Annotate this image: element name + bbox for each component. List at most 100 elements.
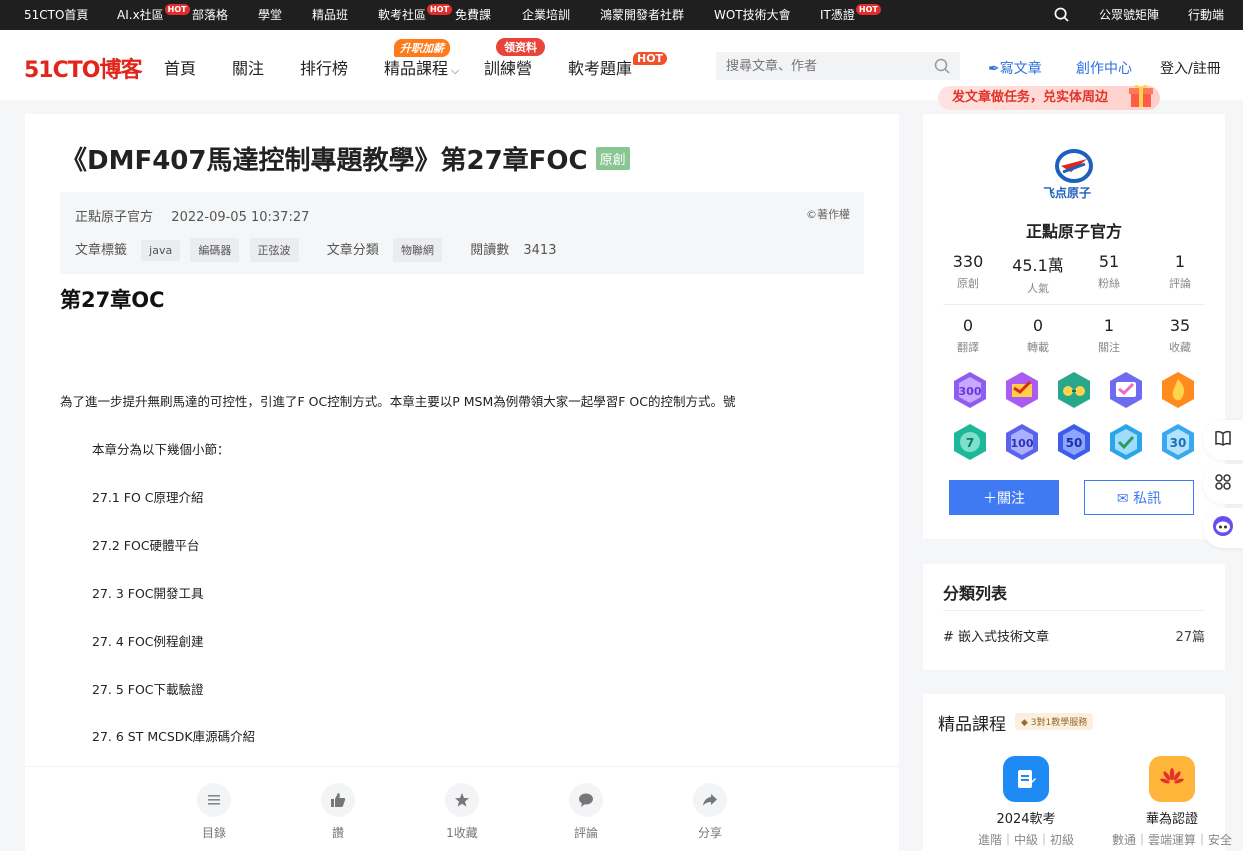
medal-30-icon[interactable]: 30 xyxy=(1158,422,1198,462)
message-button[interactable]: ✉ 私訊 xyxy=(1084,480,1194,515)
category-item[interactable]: # 嵌入式技術文章 27篇 xyxy=(943,626,1205,645)
medal-flame-icon[interactable] xyxy=(1158,370,1198,410)
nav-rank[interactable]: 排行榜 xyxy=(300,55,348,79)
promo-badge-camp: 领资料 xyxy=(496,38,545,56)
section-item: 27.1 FO C原理介紹 xyxy=(92,490,204,505)
huawei-icon xyxy=(1149,756,1195,802)
service-pill: ◆ 3對1教學服務 xyxy=(1015,713,1094,730)
top-link-wot[interactable]: WOT技術大會 xyxy=(714,0,791,30)
top-link-edu[interactable]: 學堂 xyxy=(258,0,282,30)
avatar[interactable]: 飞点原子 xyxy=(1041,142,1107,208)
svg-text:7: 7 xyxy=(966,436,974,450)
comment-button[interactable]: 評論 xyxy=(556,783,616,841)
medal-7-icon[interactable]: 7 xyxy=(950,422,990,462)
stat-comments[interactable]: 1 評論 xyxy=(1144,252,1216,291)
share-icon xyxy=(693,783,727,817)
action-bar: 目錄 讚 1收藏 評論 分享 xyxy=(25,766,899,851)
stat-original[interactable]: 330 原創 xyxy=(932,252,1004,291)
category-tag[interactable]: 物聯網 xyxy=(392,238,442,262)
search-icon[interactable] xyxy=(1054,7,1069,25)
medal-card-icon[interactable] xyxy=(1106,370,1146,410)
robot-icon xyxy=(1211,514,1235,542)
publish-date: 2022-09-05 10:37:27 xyxy=(171,210,310,225)
share-button[interactable]: 分享 xyxy=(680,783,740,841)
category-list-title: 分類列表 xyxy=(943,584,1008,603)
chapter-heading: 第27章OC xyxy=(60,288,165,312)
section-item: 27. 3 FOC開發工具 xyxy=(92,586,204,601)
tags-label: 文章標籤 xyxy=(75,243,128,258)
intro-paragraph: 為了進一步提升無刷馬達的可控性，引進了F OC控制方式。本章主要以P MSM為例… xyxy=(60,394,736,409)
top-link-class[interactable]: 精品班 xyxy=(312,0,348,30)
top-link-blog[interactable]: 部落格 xyxy=(192,0,228,30)
stat-translations[interactable]: 0 翻譯 xyxy=(932,316,1004,355)
reading-mode-button[interactable] xyxy=(1203,420,1243,460)
top-link-aix[interactable]: AI.x社區 HOT xyxy=(117,0,190,30)
apps-button[interactable] xyxy=(1203,464,1243,504)
tag-item[interactable]: 正弦波 xyxy=(249,238,299,262)
course-huawei[interactable]: 華為認證 數通｜雲端運算｜安全 xyxy=(1107,756,1237,848)
author-link[interactable]: 正點原子官方 xyxy=(75,210,153,225)
grid-icon xyxy=(1214,473,1232,495)
like-button[interactable]: 讚 xyxy=(308,783,368,841)
toc-button[interactable]: 目錄 xyxy=(184,783,244,841)
diamond-icon: ◆ xyxy=(1021,718,1031,728)
top-link-cert[interactable]: IT憑證 HOT xyxy=(820,0,881,30)
stat-following[interactable]: 1 關注 xyxy=(1073,316,1145,355)
search-icon[interactable] xyxy=(934,58,950,78)
course-card-title: 精品課程 xyxy=(938,715,1006,735)
medal-50-icon[interactable]: 50 xyxy=(1054,422,1094,462)
nav-camp[interactable]: 訓練營 xyxy=(484,55,532,79)
top-link-mobile[interactable]: 行動端 xyxy=(1188,0,1224,30)
stat-fans[interactable]: 51 粉絲 xyxy=(1073,252,1145,291)
promo-badge-course: 升职加薪 xyxy=(394,39,450,57)
medal-100-icon[interactable]: 100 xyxy=(1002,422,1042,462)
medal-300-icon[interactable]: 300 xyxy=(950,370,990,410)
author-name[interactable]: 正點原子官方 xyxy=(923,218,1225,242)
section-item: 27. 5 FOC下載驗證 xyxy=(92,682,204,697)
medal-glasses-icon[interactable] xyxy=(1054,370,1094,410)
category-list-card: 分類列表 # 嵌入式技術文章 27篇 xyxy=(923,564,1225,670)
stat-favorites[interactable]: 35 收藏 xyxy=(1144,316,1216,355)
search-input[interactable] xyxy=(716,52,916,80)
login-link[interactable]: 登入/註冊 xyxy=(1160,58,1221,78)
favorite-button[interactable]: 1收藏 xyxy=(432,783,492,841)
top-link-free[interactable]: 免費課 xyxy=(455,0,491,30)
tag-item[interactable]: java xyxy=(141,240,181,261)
course-ruankao[interactable]: 2024軟考 進階｜中級｜初級 xyxy=(961,756,1091,848)
top-bar: 51CTO首頁 AI.x社區 HOT 部落格 學堂 精品班 軟考社區 HOT 免費課… xyxy=(0,0,1243,30)
follow-button[interactable]: ＋關注 xyxy=(949,480,1059,515)
star-icon xyxy=(445,783,479,817)
category-count: 27篇 xyxy=(1175,630,1205,645)
author-profile-card: 飞点原子 正點原子官方 330 原創 45.1萬 人氣 51 粉絲 1 評論 0 翻譯 0… xyxy=(923,114,1225,539)
avatar-logo-text: 飞点原子 xyxy=(1043,186,1092,200)
top-link-enterprise[interactable]: 企業培訓 xyxy=(522,0,570,30)
svg-text:100: 100 xyxy=(1011,437,1034,450)
top-link-ruankao[interactable]: 軟考社區 HOT xyxy=(378,0,452,30)
creator-center-link[interactable]: 創作中心 xyxy=(1076,58,1132,78)
stat-reposts[interactable]: 0 轉載 xyxy=(1002,316,1074,355)
svg-text:300: 300 xyxy=(959,385,982,398)
hot-badge: HOT xyxy=(633,52,668,65)
section-item: 27. 6 ST MCSDK庫源碼介紹 xyxy=(92,729,256,744)
nav-ruankao-bank[interactable]: 軟考題庫 xyxy=(568,55,632,79)
tag-item[interactable]: 編碼器 xyxy=(190,238,240,262)
nav-home[interactable]: 首頁 xyxy=(164,55,196,79)
nav-courses[interactable]: 精品課程 ⌵ xyxy=(384,55,459,79)
nav-follow[interactable]: 關注 xyxy=(232,55,264,79)
top-link-public[interactable]: 公眾號矩陣 xyxy=(1099,0,1159,30)
write-article-link[interactable]: ✒寫文章 xyxy=(988,58,1042,78)
thumbs-up-icon xyxy=(321,783,355,817)
medal-book-icon[interactable] xyxy=(1002,370,1042,410)
original-badge: 原創 xyxy=(595,147,630,170)
section-item: 27.2 FOC硬體平台 xyxy=(92,538,200,553)
top-link-harmony[interactable]: 鴻蒙開發者社群 xyxy=(600,0,684,30)
chevron-down-icon: ⌵ xyxy=(451,64,460,77)
medal-check-icon[interactable] xyxy=(1106,422,1146,462)
promo-banner[interactable]: 发文章做任务，兑实体周边 xyxy=(938,84,1160,110)
article-title: 《DMF407馬達控制專題教學》第27章FOC 原創 xyxy=(61,140,630,177)
list-icon xyxy=(197,783,231,817)
hot-badge: HOT xyxy=(427,4,452,15)
top-link-home[interactable]: 51CTO首頁 xyxy=(24,0,88,30)
assistant-button[interactable] xyxy=(1203,508,1243,548)
site-logo[interactable]: 51CTO博客 xyxy=(24,52,142,84)
